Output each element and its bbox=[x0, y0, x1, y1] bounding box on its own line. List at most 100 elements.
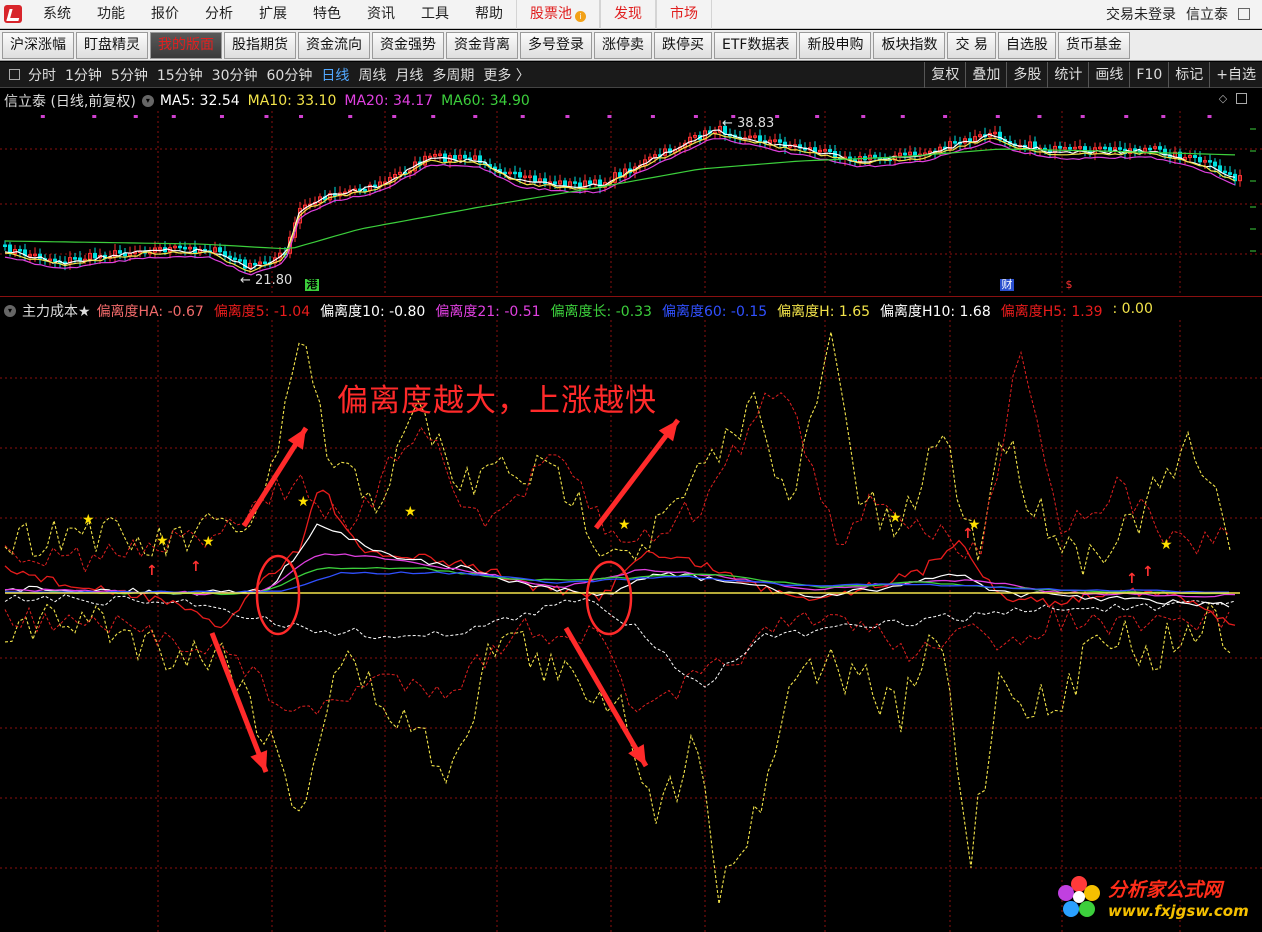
top-signal-dot bbox=[299, 115, 304, 118]
candle-body bbox=[218, 247, 222, 253]
menu-4[interactable]: 扩展 bbox=[246, 0, 300, 29]
toolbar-button-13[interactable]: 交 易 bbox=[947, 31, 996, 59]
top-signal-dot bbox=[520, 115, 525, 118]
toolbar-button-1[interactable]: 盯盘精灵 bbox=[76, 31, 148, 59]
signal-star-icon: ★ bbox=[156, 533, 169, 549]
indicator-label-7: 偏离度H10: 1.68 bbox=[880, 304, 991, 320]
signal-up-arrow-icon: ↑ bbox=[146, 563, 158, 579]
toolbar-button-6[interactable]: 资金背离 bbox=[446, 31, 518, 59]
toolbar-button-9[interactable]: 跌停买 bbox=[654, 31, 712, 59]
menu-1[interactable]: 功能 bbox=[84, 0, 138, 29]
period-8[interactable]: 月线 bbox=[395, 65, 423, 85]
toolbar-button-5[interactable]: 资金强势 bbox=[372, 31, 444, 59]
toolbar-button-4[interactable]: 资金流向 bbox=[298, 31, 370, 59]
chart-tool-7[interactable]: +自选 bbox=[1209, 61, 1262, 88]
menu-red-0[interactable]: 股票池 i bbox=[516, 0, 600, 29]
indicator-label-2: 偏离度10: -0.80 bbox=[320, 304, 426, 320]
panel-toggle-icon[interactable] bbox=[9, 69, 20, 80]
period-4[interactable]: 30分钟 bbox=[212, 65, 258, 85]
period-3[interactable]: 15分钟 bbox=[157, 65, 203, 85]
toolbar-button-8[interactable]: 涨停卖 bbox=[594, 31, 652, 59]
candle-body bbox=[18, 248, 22, 252]
menu-8[interactable]: 帮助 bbox=[462, 0, 516, 29]
chart-tool-5[interactable]: F10 bbox=[1129, 61, 1168, 88]
candle-body bbox=[263, 261, 267, 265]
menu-5[interactable]: 特色 bbox=[300, 0, 354, 29]
toolbar-button-14[interactable]: 自选股 bbox=[997, 31, 1056, 59]
candle-body bbox=[3, 244, 7, 248]
top-signal-dot bbox=[861, 115, 866, 118]
chart-tool-0[interactable]: 复权 bbox=[924, 61, 965, 88]
top-signal-dot bbox=[775, 115, 780, 118]
chart-tool-4[interactable]: 画线 bbox=[1088, 61, 1129, 88]
chart-tool-3[interactable]: 统计 bbox=[1047, 61, 1088, 88]
candle-body bbox=[533, 175, 537, 182]
toolbar-button-15[interactable]: 货币基金 bbox=[1057, 31, 1130, 59]
top-signal-dot bbox=[1207, 115, 1212, 118]
chart-tool-1[interactable]: 叠加 bbox=[965, 61, 1006, 88]
ma60-line bbox=[4, 148, 1236, 250]
ma-label-1: MA10: 33.10 bbox=[247, 93, 337, 109]
candle-body bbox=[118, 250, 122, 254]
menu-0[interactable]: 系统 bbox=[30, 0, 84, 29]
candle-body bbox=[518, 172, 522, 178]
arrow-up-right-shaft bbox=[594, 418, 680, 530]
period-2[interactable]: 5分钟 bbox=[111, 65, 148, 85]
price-chart-panel[interactable]: ← 38.83 ← 21.80 信立泰 (日线,前复权) ▾ MA5: 32.54… bbox=[0, 89, 1262, 297]
top-signal-dot bbox=[264, 115, 269, 118]
top-signal-dot bbox=[348, 115, 353, 118]
login-status[interactable]: 交易未登录 bbox=[1106, 4, 1176, 24]
period-9[interactable]: 多周期 bbox=[432, 65, 474, 85]
menu-red-1[interactable]: 发现 bbox=[600, 0, 656, 29]
indicator-values: 偏离度HA: -0.67 偏离度5: -1.04 偏离度10: -0.80 偏离度21… bbox=[97, 301, 1153, 321]
arrow-down-right-shaft bbox=[563, 626, 649, 768]
period-6[interactable]: 日线 bbox=[321, 65, 349, 85]
window-restore-icon[interactable] bbox=[1238, 8, 1250, 20]
period-7[interactable]: 周线 bbox=[358, 65, 386, 85]
diamond-icon[interactable]: ◇ bbox=[1216, 93, 1230, 105]
dividend-marker[interactable]: $ bbox=[1062, 279, 1076, 291]
menu-7[interactable]: 工具 bbox=[408, 0, 462, 29]
signal-up-arrow-icon: ↑ bbox=[190, 559, 202, 575]
chart-tool-2[interactable]: 多股 bbox=[1006, 61, 1047, 88]
candle-body bbox=[73, 257, 77, 260]
toolbar-button-11[interactable]: 新股申购 bbox=[799, 31, 872, 59]
top-signal-dot bbox=[1161, 115, 1166, 118]
toolbar-button-10[interactable]: ETF数据表 bbox=[714, 31, 798, 59]
toolbar-button-3[interactable]: 股指期货 bbox=[224, 31, 296, 59]
indicator-name[interactable]: 主力成本★ bbox=[22, 301, 91, 321]
menu-6[interactable]: 资讯 bbox=[354, 0, 408, 29]
toolbar-button-7[interactable]: 多号登录 bbox=[520, 31, 592, 59]
ma-legend: 信立泰 (日线,前复权) ▾ MA5: 32.54 MA10: 33.10 MA20… bbox=[4, 91, 530, 111]
period-0[interactable]: 分时 bbox=[28, 65, 56, 85]
price-chart-svg[interactable]: ← 38.83 ← 21.80 bbox=[0, 89, 1262, 297]
period-10[interactable]: 更多 〉 bbox=[483, 65, 529, 85]
toolbar-button-2[interactable]: 我的版面 bbox=[150, 31, 222, 59]
signal-star-icon: ★ bbox=[889, 510, 902, 526]
menu-red-2[interactable]: 市场 bbox=[656, 0, 712, 29]
candle-body bbox=[453, 155, 457, 160]
candle-body bbox=[588, 180, 592, 185]
settings-circle-icon[interactable]: ▾ bbox=[141, 95, 154, 107]
period-1[interactable]: 1分钟 bbox=[65, 65, 102, 85]
top-signal-dot bbox=[995, 115, 1000, 118]
signal-star-icon: ★ bbox=[202, 534, 215, 550]
toolbar-button-12[interactable]: 板块指数 bbox=[873, 31, 946, 59]
menu-3[interactable]: 分析 bbox=[192, 0, 246, 29]
ma-label-2: MA20: 34.17 bbox=[344, 93, 434, 109]
chart-tool-6[interactable]: 标记 bbox=[1168, 61, 1209, 88]
top-signal-dot bbox=[1037, 115, 1042, 118]
arrow-down-left-head bbox=[250, 750, 268, 772]
signal-star-icon: ★ bbox=[1160, 537, 1173, 553]
maximize-icon[interactable] bbox=[1236, 93, 1247, 104]
candle-body bbox=[968, 138, 972, 142]
hk-marker[interactable]: 港 bbox=[305, 279, 319, 291]
signal-up-arrow-icon: ↑ bbox=[1142, 564, 1154, 580]
indicator-settings-icon[interactable]: ▾ bbox=[4, 305, 16, 317]
menu-2[interactable]: 报价 bbox=[138, 0, 192, 29]
toolbar-button-0[interactable]: 沪深涨幅 bbox=[2, 31, 74, 59]
watermark-title: 分析家公式网 bbox=[1108, 878, 1223, 901]
candle-body bbox=[1208, 160, 1212, 163]
period-5[interactable]: 60分钟 bbox=[267, 65, 313, 85]
finance-marker[interactable]: 财 bbox=[1000, 279, 1014, 291]
